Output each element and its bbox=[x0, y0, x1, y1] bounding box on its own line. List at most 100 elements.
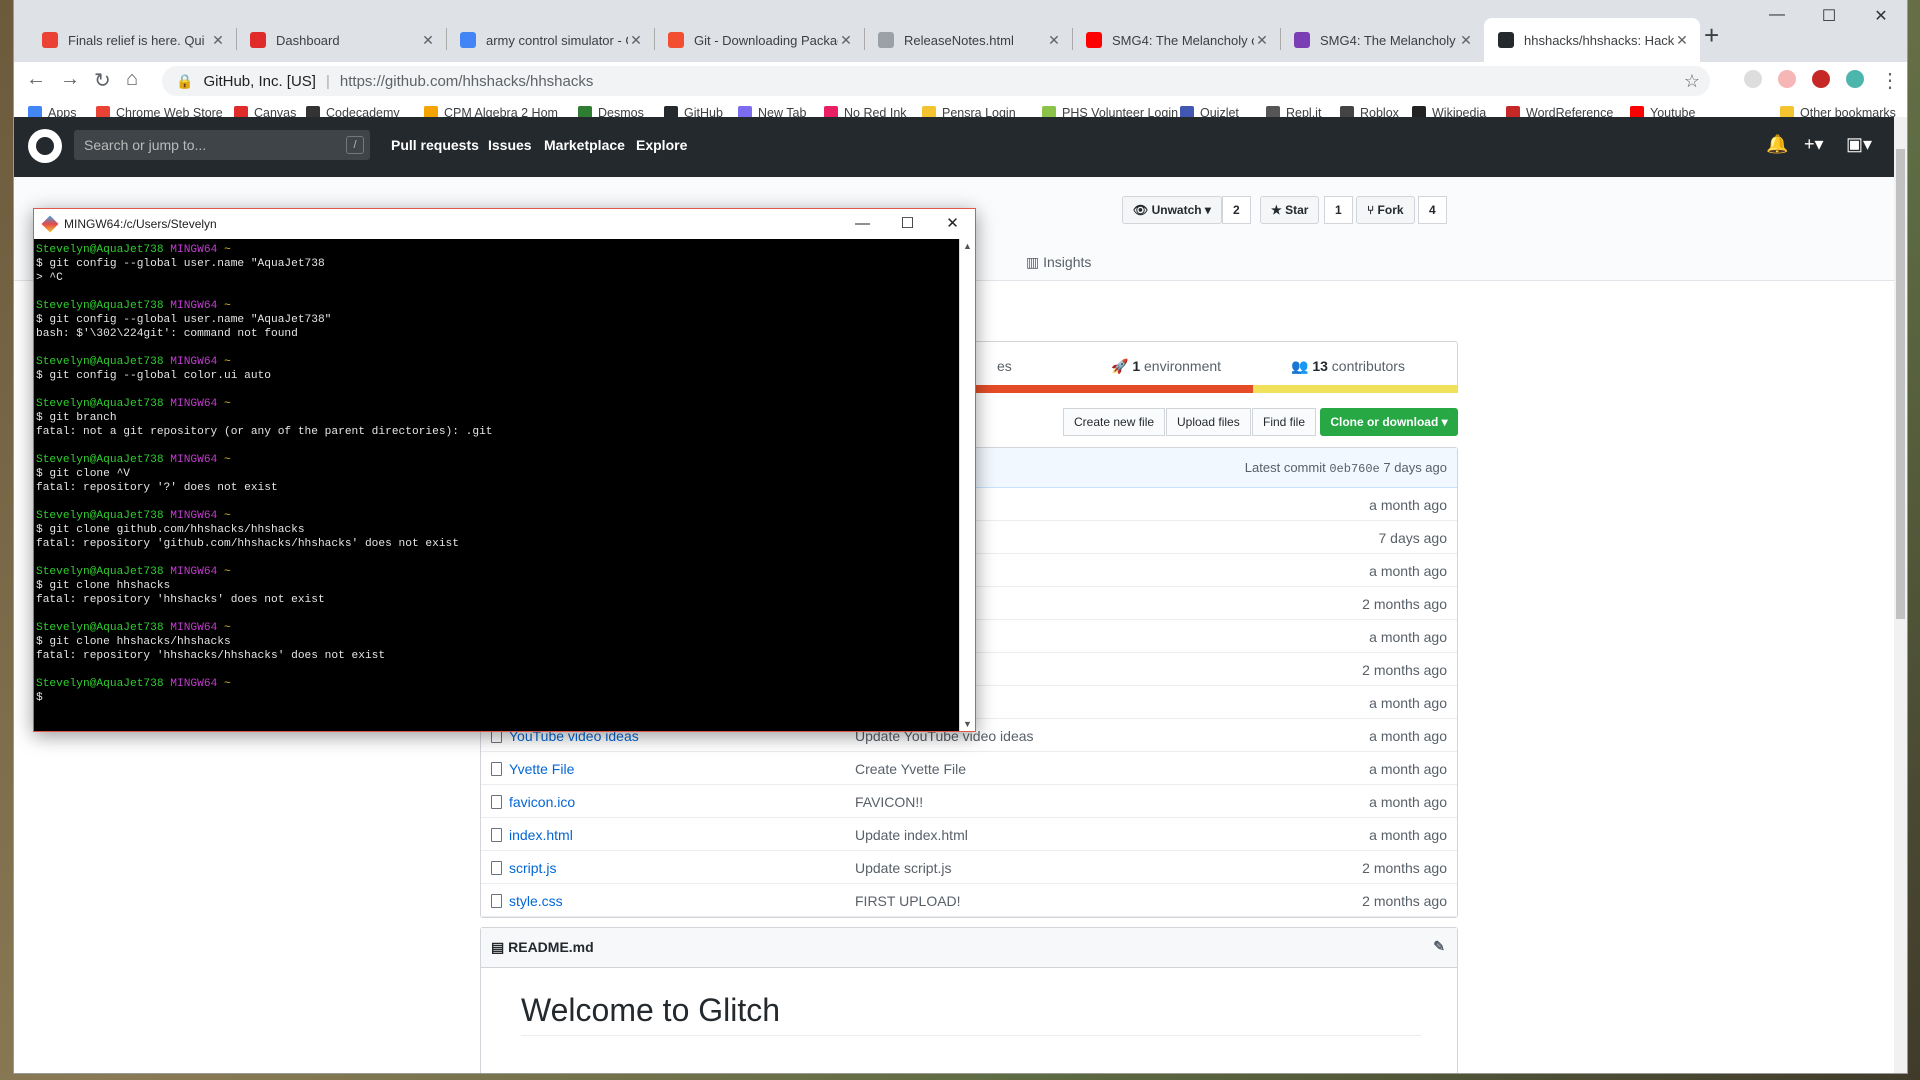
unwatch-button[interactable]: 👁 Unwatch ▾ bbox=[1122, 196, 1222, 224]
summary-partial[interactable]: es bbox=[997, 358, 1012, 374]
tab-6[interactable]: SMG4: The Melancholy of F✕ bbox=[1280, 18, 1484, 62]
scrollbar-thumb[interactable] bbox=[1896, 149, 1905, 619]
tab-4[interactable]: ReleaseNotes.html ✕ bbox=[864, 18, 1072, 62]
nav-issues[interactable]: Issues bbox=[488, 137, 532, 153]
extension-icon[interactable] bbox=[1778, 70, 1796, 88]
extension-icon[interactable] bbox=[1846, 70, 1864, 88]
prompt-host: MINGW64 bbox=[170, 244, 218, 256]
file-name-link[interactable]: script.js bbox=[509, 860, 556, 876]
contributors-count[interactable]: 👥 13 contributors bbox=[1291, 358, 1405, 375]
terminal-scrollbar[interactable]: ▲ ▼ bbox=[959, 239, 975, 731]
env-label: environment bbox=[1144, 358, 1222, 374]
file-row: index.html Update index.html a month ago bbox=[481, 818, 1457, 851]
tab-separator bbox=[1072, 28, 1073, 50]
terminal-prompt-line: Stevelyn@AquaJet738 MINGW64 ~ bbox=[36, 397, 957, 411]
browser-toolbar: ← → ↻ ⌂ 🔒 GitHub, Inc. [US] | https://gi… bbox=[14, 62, 1907, 100]
commit-message-link[interactable]: Create Yvette File bbox=[855, 761, 966, 777]
tab-7[interactable]: hhshacks/hhshacks: Hack c ✕ bbox=[1484, 18, 1700, 62]
insights-label: Insights bbox=[1043, 254, 1092, 270]
pencil-icon[interactable]: ✎ bbox=[1433, 938, 1445, 955]
tab-close-icon[interactable]: ✕ bbox=[210, 32, 226, 49]
nav-marketplace[interactable]: Marketplace bbox=[544, 137, 625, 153]
tab-favicon-icon bbox=[1498, 32, 1514, 48]
tab-5[interactable]: SMG4: The Melancholy of F✕ bbox=[1072, 18, 1280, 62]
file-row: style.css FIRST UPLOAD! 2 months ago bbox=[481, 884, 1457, 917]
fork-button[interactable]: ⑂ Fork bbox=[1356, 196, 1415, 224]
forward-arrow-icon[interactable]: → bbox=[60, 68, 80, 91]
avatar[interactable]: ▣▾ bbox=[1846, 134, 1872, 155]
bell-icon[interactable]: 🔔 bbox=[1766, 134, 1788, 155]
plus-icon[interactable]: +▾ bbox=[1804, 134, 1824, 155]
terminal-prompt-line: Stevelyn@AquaJet738 MINGW64 ~ bbox=[36, 565, 957, 579]
file-name-link[interactable]: Yvette File bbox=[509, 761, 574, 777]
star-label: Star bbox=[1285, 203, 1309, 217]
tab-close-icon[interactable]: ✕ bbox=[1046, 32, 1062, 49]
terminal-close-button[interactable]: ✕ bbox=[930, 209, 975, 239]
commit-message-link[interactable]: Update index.html bbox=[855, 827, 968, 843]
tab-close-icon[interactable]: ✕ bbox=[1254, 32, 1270, 49]
commit-sha[interactable]: 0eb760e bbox=[1329, 462, 1379, 476]
tab-separator bbox=[446, 28, 447, 50]
new-tab-button[interactable]: + bbox=[1704, 20, 1719, 51]
github-logo-icon[interactable] bbox=[28, 129, 62, 163]
tab-3[interactable]: Git - Downloading Package ✕ bbox=[654, 18, 864, 62]
tab-close-icon[interactable]: ✕ bbox=[1458, 32, 1474, 49]
star-button[interactable]: ★ Star bbox=[1260, 196, 1320, 224]
tab-close-icon[interactable]: ✕ bbox=[1674, 32, 1690, 49]
terminal-output-line: $ bbox=[36, 692, 43, 704]
terminal-output-line: bash: $'\302\224git': command not found bbox=[36, 328, 298, 340]
clone-or-download-button[interactable]: Clone or download ▾ bbox=[1320, 408, 1458, 436]
watch-count[interactable]: 2 bbox=[1222, 196, 1251, 224]
create-new-file-button[interactable]: Create new file bbox=[1063, 408, 1166, 436]
tab-insights[interactable]: ▥ Insights bbox=[1026, 254, 1091, 271]
prompt-host: MINGW64 bbox=[170, 510, 218, 522]
upload-files-button[interactable]: Upload files bbox=[1166, 408, 1251, 436]
home-icon[interactable]: ⌂ bbox=[126, 68, 138, 91]
terminal-maximize-button[interactable]: ☐ bbox=[885, 209, 930, 239]
scroll-down-icon[interactable]: ▼ bbox=[963, 719, 972, 729]
address-bar[interactable]: 🔒 GitHub, Inc. [US] | https://github.com… bbox=[162, 66, 1710, 96]
minimize-button[interactable]: — bbox=[1751, 6, 1803, 26]
tab-favicon-icon bbox=[1294, 32, 1310, 48]
nav-explore[interactable]: Explore bbox=[636, 137, 687, 153]
file-name-link[interactable]: index.html bbox=[509, 827, 573, 843]
tab-separator bbox=[1280, 28, 1281, 50]
page-scrollbar[interactable] bbox=[1894, 117, 1907, 1073]
fork-count[interactable]: 4 bbox=[1418, 196, 1447, 224]
environment-count[interactable]: 🚀 1 environment bbox=[1111, 358, 1221, 375]
tab-separator bbox=[236, 28, 237, 50]
close-button[interactable]: ✕ bbox=[1855, 6, 1907, 26]
prompt-user: Stevelyn@AquaJet738 bbox=[36, 356, 164, 368]
back-arrow-icon[interactable]: ← bbox=[26, 68, 46, 91]
tab-close-icon[interactable]: ✕ bbox=[420, 32, 436, 49]
tab-close-icon[interactable]: ✕ bbox=[838, 32, 854, 49]
menu-icon[interactable]: ⋮ bbox=[1880, 68, 1900, 93]
extension-icon[interactable] bbox=[1744, 70, 1762, 88]
tab-close-icon[interactable]: ✕ bbox=[628, 32, 644, 49]
terminal-titlebar[interactable]: MINGW64:/c/Users/Stevelyn — ☐ ✕ bbox=[34, 209, 975, 239]
terminal-output[interactable]: Stevelyn@AquaJet738 MINGW64 ~ $ git confi… bbox=[34, 239, 959, 731]
maximize-button[interactable]: ☐ bbox=[1803, 6, 1855, 26]
commit-message-link[interactable]: FAVICON!! bbox=[855, 794, 923, 810]
bookmark-star-icon[interactable]: ☆ bbox=[1684, 71, 1700, 92]
file-name-link[interactable]: style.css bbox=[509, 893, 563, 909]
commit-age: a month ago bbox=[1369, 728, 1447, 744]
extension-icon[interactable] bbox=[1812, 70, 1830, 88]
github-search-input[interactable]: Search or jump to... / bbox=[74, 130, 370, 160]
tab-1[interactable]: Dashboard ✕ bbox=[236, 18, 446, 62]
find-file-button[interactable]: Find file bbox=[1252, 408, 1317, 436]
reload-icon[interactable]: ↻ bbox=[94, 68, 111, 93]
terminal-minimize-button[interactable]: — bbox=[840, 209, 885, 239]
nav-pull-requests[interactable]: Pull requests bbox=[391, 137, 479, 153]
file-name-link[interactable]: favicon.ico bbox=[509, 794, 575, 810]
tab-2[interactable]: army control simulator - Go ✕ bbox=[446, 18, 654, 62]
commit-message-link[interactable]: Update script.js bbox=[855, 860, 951, 876]
star-count[interactable]: 1 bbox=[1324, 196, 1353, 224]
tab-0[interactable]: Finals relief is here. Qui ✕ bbox=[28, 18, 236, 62]
commit-message-link[interactable]: FIRST UPLOAD! bbox=[855, 893, 961, 909]
scroll-up-icon[interactable]: ▲ bbox=[963, 241, 972, 251]
